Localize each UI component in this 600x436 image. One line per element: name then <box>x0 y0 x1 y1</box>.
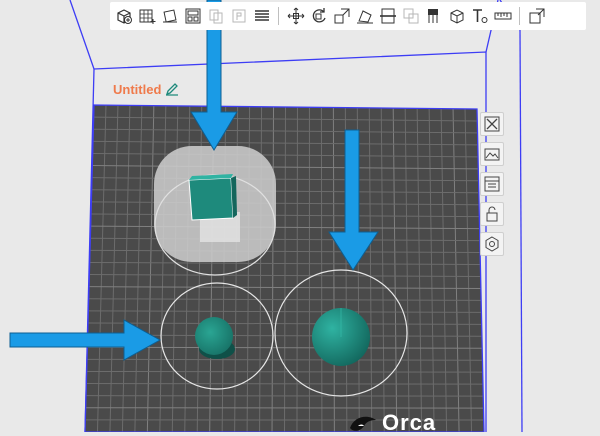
main-toolbar <box>110 2 586 30</box>
edit-pencil-icon[interactable] <box>165 82 179 96</box>
project-title[interactable]: Untitled <box>113 81 179 97</box>
orca-logo-text: Orca <box>382 410 436 436</box>
arrange-icon[interactable] <box>182 5 203 27</box>
layers-icon[interactable] <box>251 5 272 27</box>
cut-icon[interactable] <box>377 5 398 27</box>
orca-plate-logo: Orca <box>348 410 436 436</box>
plate-settings-icon[interactable] <box>480 172 504 196</box>
grid-line <box>86 384 483 385</box>
cube-object-selected[interactable] <box>154 146 276 275</box>
plate-side-toolbar <box>480 112 504 256</box>
lock-icon[interactable] <box>480 202 504 226</box>
add-plate-icon[interactable] <box>136 5 157 27</box>
grid-line <box>297 107 298 432</box>
scale-icon[interactable] <box>331 5 352 27</box>
orient-icon[interactable] <box>159 5 180 27</box>
lay-on-face-icon[interactable] <box>354 5 375 27</box>
toolbar-separator <box>519 7 520 25</box>
toolbar-separator <box>278 7 279 25</box>
camera-view-icon[interactable] <box>480 142 504 166</box>
orca-whale-icon <box>348 412 378 434</box>
split-objects-icon[interactable] <box>205 5 226 27</box>
add-object-icon[interactable] <box>113 5 134 27</box>
text-emboss-icon[interactable] <box>469 5 490 27</box>
build-plate[interactable] <box>85 105 484 432</box>
settings-icon[interactable] <box>480 232 504 256</box>
paint-support-icon[interactable] <box>423 5 444 27</box>
close-icon[interactable] <box>480 112 504 136</box>
seam-painting-icon[interactable] <box>446 5 467 27</box>
measure-icon[interactable] <box>492 5 513 27</box>
grid-line <box>321 107 322 432</box>
3d-viewport[interactable] <box>0 0 600 432</box>
project-title-text: Untitled <box>113 82 161 97</box>
rotate-icon[interactable] <box>308 5 329 27</box>
assembly-view-icon[interactable] <box>526 5 547 27</box>
boolean-icon[interactable] <box>400 5 421 27</box>
split-parts-icon[interactable] <box>228 5 249 27</box>
move-icon[interactable] <box>285 5 306 27</box>
